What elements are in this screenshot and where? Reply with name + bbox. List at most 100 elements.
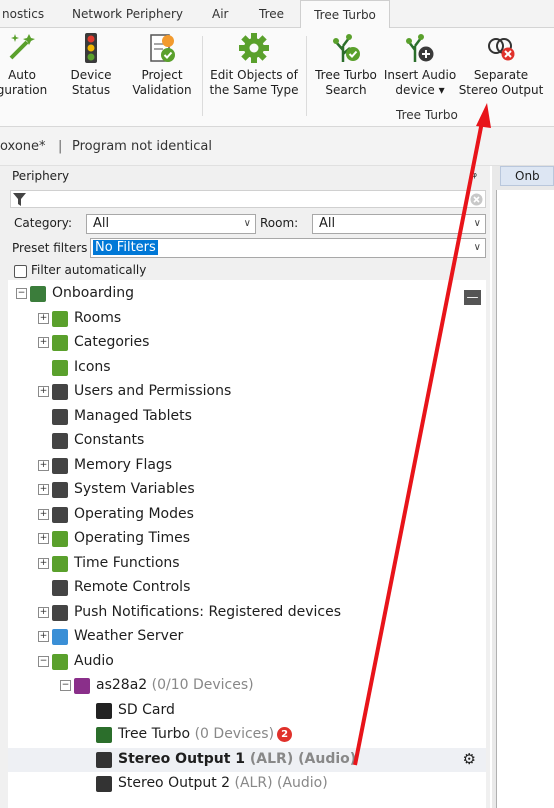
- button-label-line2: the Same Type: [209, 83, 299, 97]
- tree-item-icons[interactable]: Icons: [8, 356, 486, 380]
- document-pane: Onb: [492, 166, 554, 808]
- tree-item-operating-times[interactable]: + Operating Times: [8, 527, 486, 551]
- expand-icon[interactable]: +: [38, 508, 49, 520]
- tree-item-users-and-permissions[interactable]: + Users and Permissions: [8, 380, 486, 404]
- tree-item-count: (0 Devices): [190, 726, 275, 742]
- tab-network-periphery[interactable]: Network Periphery: [72, 0, 190, 27]
- expand-icon[interactable]: +: [38, 337, 49, 348]
- room-select[interactable]: All ∨: [312, 214, 486, 234]
- expand-icon[interactable]: +: [38, 606, 49, 618]
- ribbon-separator: [306, 36, 307, 116]
- project-status-bar: oxone* | Program not identical: [0, 127, 554, 166]
- tree-item-constants[interactable]: Constants: [8, 429, 486, 453]
- clear-filter-icon[interactable]: [470, 193, 483, 206]
- insert-audio-device-button[interactable]: Insert Audio device ▾: [382, 32, 458, 98]
- preset-filters-value: No Filters: [93, 240, 158, 255]
- button-label-line1: Project: [141, 68, 183, 82]
- tree-item-operating-modes[interactable]: + Operating Modes: [8, 503, 486, 527]
- chevron-down-icon: ∨: [473, 242, 481, 253]
- tab-tree-turbo[interactable]: Tree Turbo: [300, 0, 390, 29]
- category-label: Category:: [14, 216, 72, 230]
- ribbon-tab-bar: nostics Network Periphery Air Tree Tree …: [0, 0, 554, 29]
- document-canvas[interactable]: [496, 190, 554, 808]
- tree-item-count: (ALR) (Audio): [245, 750, 357, 767]
- tree-item-label: Memory Flags: [74, 456, 173, 473]
- tree-item-label: as28a2: [96, 677, 148, 693]
- separate-stereo-icon: [488, 38, 515, 61]
- tree-item-weather-server[interactable]: + Weather Server: [8, 625, 486, 649]
- expand-icon[interactable]: +: [38, 386, 49, 397]
- tree-search-icon: [333, 34, 360, 62]
- button-label-line1: Insert Audio: [383, 68, 457, 82]
- tab-diagnostics[interactable]: nostics: [2, 0, 60, 27]
- gear-icon: [239, 33, 269, 63]
- pin-icon[interactable]: ᵩ: [472, 166, 477, 180]
- tablet-icon: [52, 408, 68, 425]
- gear-icon[interactable]: ⚙: [463, 750, 476, 768]
- tree-item-stereo-output-1[interactable]: Stereo Output 1 (ALR) (Audio) ⚙: [8, 747, 486, 772]
- remote-icon: [52, 580, 68, 596]
- tab-air[interactable]: Air: [212, 0, 236, 27]
- tree-item-rooms[interactable]: + Rooms: [8, 307, 486, 331]
- magic-wand-icon: [9, 34, 35, 60]
- tree-item-onboarding[interactable]: − Onboarding: [8, 282, 486, 306]
- image-icon: [52, 359, 68, 376]
- tree-item-label: Push Notifications: Registered devices: [74, 603, 342, 620]
- tree-item-push-notifications-registered-devices[interactable]: + Push Notifications: Registered devices: [8, 601, 486, 625]
- tree-item-label: Stereo Output 2: [118, 775, 231, 791]
- auto-configuration-button[interactable]: Auto guration: [0, 32, 52, 98]
- push-notification-icon: [52, 604, 68, 621]
- preset-filters-select[interactable]: No Filters ∨: [90, 238, 486, 258]
- edit-same-type-button[interactable]: Edit Objects of the Same Type: [206, 32, 302, 98]
- button-label-line1: Tree Turbo: [315, 68, 377, 82]
- separate-stereo-output-button[interactable]: Separate Stereo Output: [458, 32, 544, 98]
- filter-funnel-icon[interactable]: [13, 193, 26, 206]
- users-icon: [52, 384, 68, 400]
- tree-turbo-search-button[interactable]: Tree Turbo Search: [312, 32, 380, 98]
- project-validation-button[interactable]: Project Validation: [128, 32, 196, 98]
- expand-icon[interactable]: +: [38, 533, 49, 544]
- tree-item-system-variables[interactable]: + System Variables: [8, 478, 486, 502]
- tab-tree[interactable]: Tree: [259, 0, 289, 27]
- tree-item-time-functions[interactable]: + Time Functions: [8, 552, 486, 576]
- button-label-line1: Auto: [8, 68, 36, 82]
- button-label-line2: guration: [0, 83, 48, 97]
- tree-item-memory-flags[interactable]: + Memory Flags: [8, 454, 486, 478]
- expand-icon[interactable]: +: [38, 459, 49, 471]
- document-tab[interactable]: Onb: [500, 166, 554, 186]
- expand-icon[interactable]: +: [38, 484, 49, 495]
- expand-icon[interactable]: +: [38, 631, 49, 642]
- filter-automatically-checkbox[interactable]: [14, 265, 27, 278]
- tree-item-label: Onboarding: [52, 285, 134, 301]
- ribbon-group-label: Tree Turbo: [396, 108, 458, 122]
- constants-icon: [52, 433, 68, 449]
- button-label-line1: Separate: [473, 68, 529, 82]
- collapse-icon[interactable]: −: [60, 680, 71, 691]
- tree-item-stereo-output-2[interactable]: Stereo Output 2 (ALR) (Audio): [8, 772, 486, 796]
- tree-item-as28a2[interactable]: − as28a2 (0/10 Devices): [8, 674, 486, 698]
- tree-item-label: Stereo Output 1: [118, 750, 246, 767]
- tree-item-tree-turbo[interactable]: Tree Turbo (0 Devices) 2: [8, 723, 486, 747]
- tree-item-audio[interactable]: − Audio: [8, 650, 486, 674]
- category-select[interactable]: All ∨: [86, 214, 256, 234]
- tree-item-count: (ALR) (Audio): [230, 775, 328, 791]
- tree-item-label: Audio: [74, 652, 114, 669]
- expand-icon[interactable]: +: [38, 312, 49, 324]
- tree-turbo-icon: [96, 727, 112, 743]
- tree-item-managed-tablets[interactable]: Managed Tablets: [8, 405, 486, 429]
- collapse-icon[interactable]: −: [16, 288, 27, 299]
- project-name: oxone*: [0, 139, 46, 154]
- button-label-line2: Status: [71, 83, 111, 97]
- status-separator: |: [58, 139, 63, 154]
- stereo-icon: [96, 751, 112, 768]
- tree-item-sd-card[interactable]: SD Card: [8, 699, 486, 723]
- periphery-tree[interactable]: — − Onboarding + Rooms + Categories Icons + User…: [8, 280, 486, 808]
- tree-item-label: Remote Controls: [74, 579, 191, 595]
- tree-item-remote-controls[interactable]: Remote Controls: [8, 576, 486, 600]
- tree-item-categories[interactable]: + Categories: [8, 331, 486, 355]
- filter-bar[interactable]: [10, 190, 486, 208]
- device-status-button[interactable]: Device Status: [62, 32, 120, 98]
- expand-icon[interactable]: +: [38, 557, 49, 569]
- tree-item-label: SD Card: [118, 701, 175, 718]
- collapse-icon[interactable]: −: [38, 655, 49, 667]
